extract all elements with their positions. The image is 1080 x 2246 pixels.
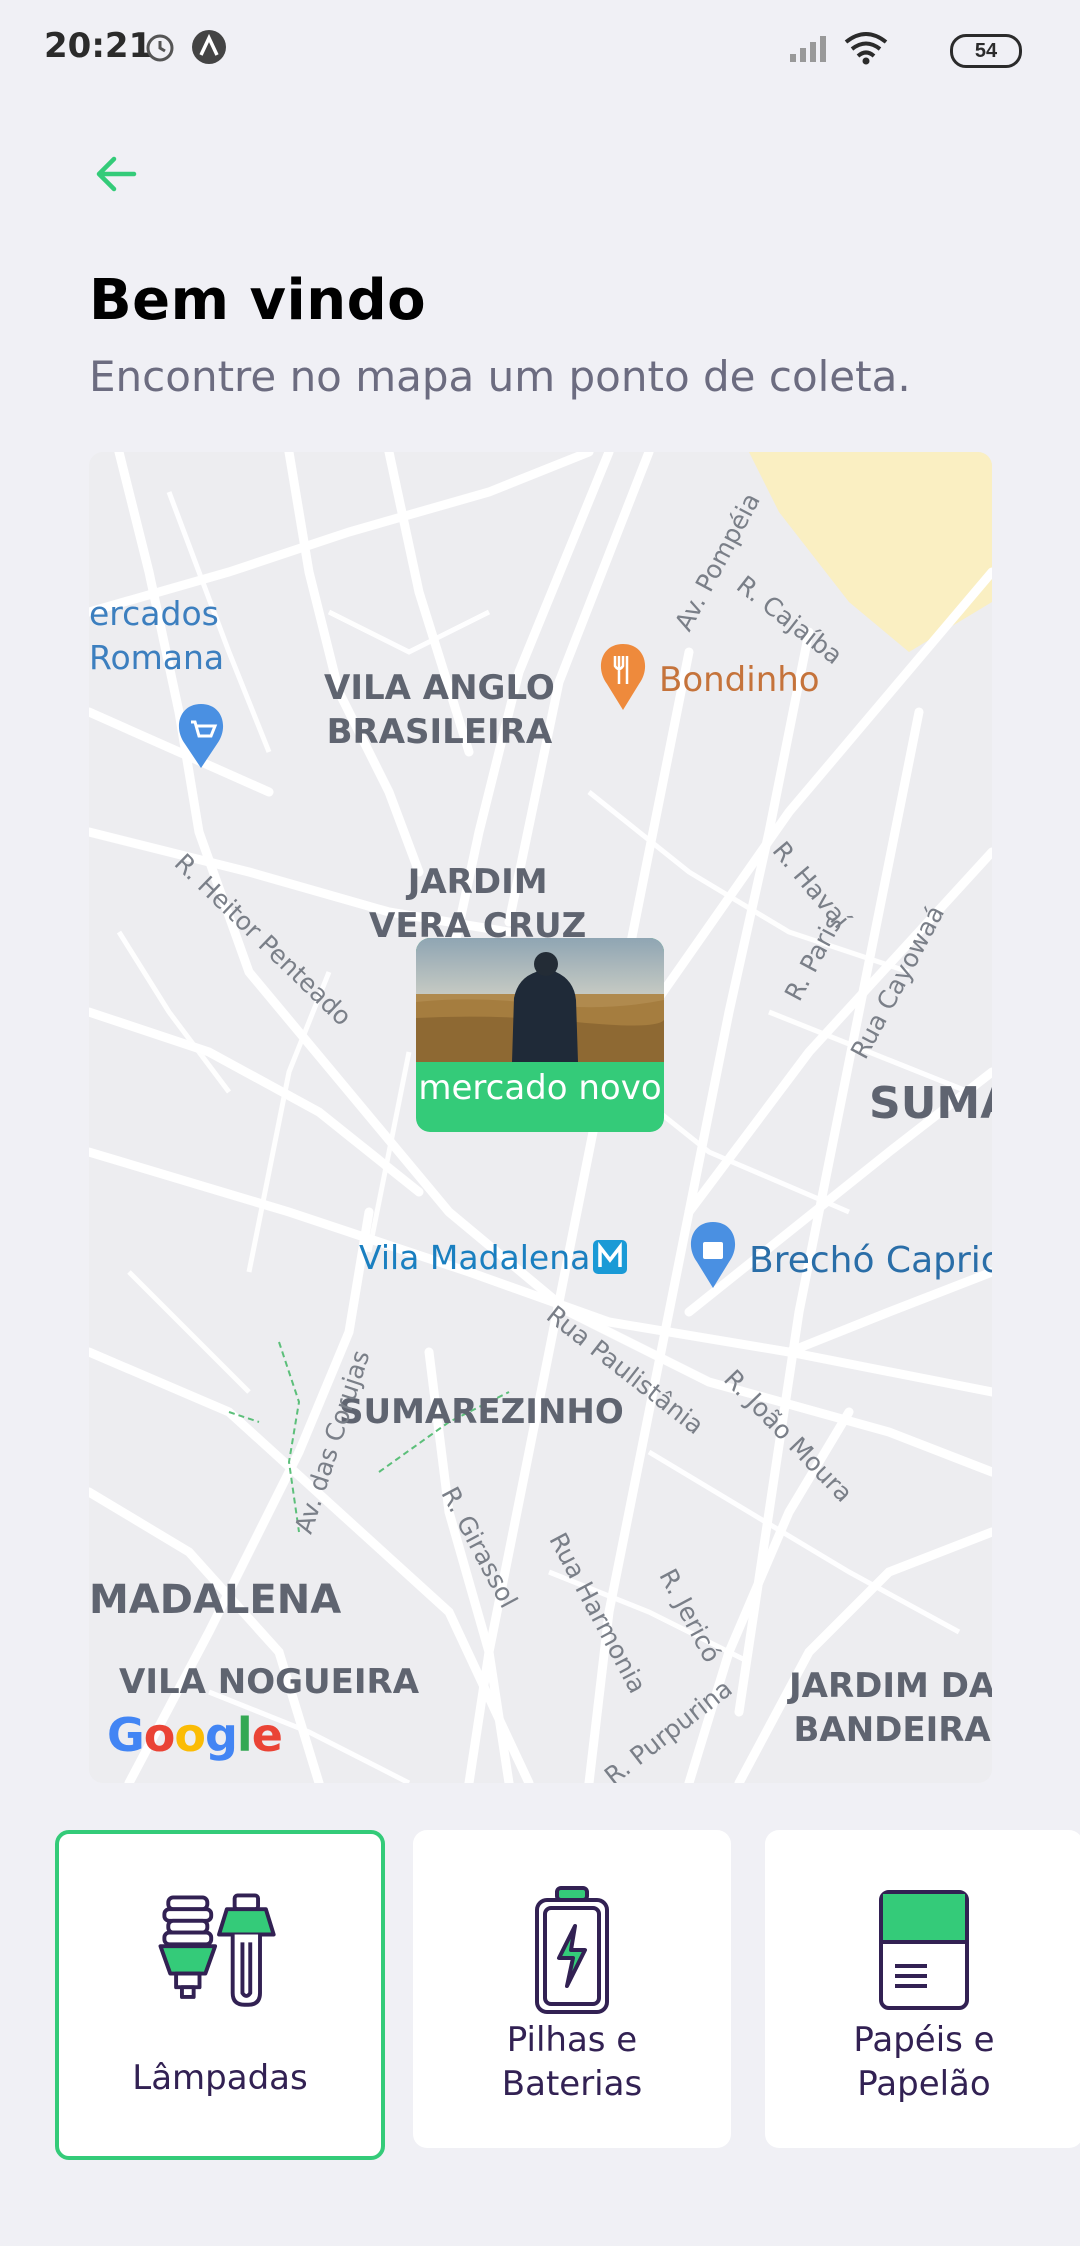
map-poi-label: Brechó Caprich [749, 1240, 992, 1281]
item-label: Papéis e Papelão [853, 2020, 995, 2104]
map-poi-label: Vila Madalena [359, 1238, 591, 1277]
item-pilhas-baterias[interactable]: Pilhas e Baterias [413, 1830, 731, 2148]
signal-icon [790, 36, 826, 62]
status-time: 20:21 [44, 26, 153, 66]
map-district-label: SUMAREZINHO [339, 1392, 624, 1432]
arrow-left-icon [96, 156, 137, 192]
items-grid: Lâmpadas Pilhas e Baterias Papéis e Pape [0, 1830, 1080, 2160]
wifi-icon [844, 32, 888, 65]
alarm-icon [146, 34, 174, 62]
battery-icon: 54 [950, 34, 1022, 68]
marker-label: mercado novo [418, 1068, 662, 1108]
map-district-label: VILA NOGUEIRA [119, 1662, 420, 1702]
map-poi-label: ercados Romana [89, 594, 225, 677]
app-notification-icon [192, 30, 226, 64]
google-logo: Google [107, 1708, 283, 1762]
map-district-label: SUMA [869, 1078, 992, 1129]
page-subtitle: Encontre no mapa um ponto de coleta. [89, 352, 911, 401]
status-icons-right [790, 28, 900, 73]
collection-point-marker[interactable]: mercado novo [416, 938, 664, 1132]
map-district-label: VILA ANGLO BRASILEIRA [324, 668, 555, 752]
map-district-label: MADALENA [89, 1577, 342, 1623]
metro-icon [593, 1240, 627, 1274]
back-button[interactable] [86, 144, 146, 204]
map-poi-label: Bondinho [659, 660, 820, 700]
paper-icon [879, 1890, 969, 2010]
map-district-label: JARDIM DASBANDEIRAS [789, 1666, 992, 1750]
status-bar: 20:21 54 [0, 0, 1080, 96]
item-label: Lâmpadas [132, 2058, 308, 2098]
page-title: Bem vindo [89, 268, 427, 333]
map[interactable]: VILA ANGLO BRASILEIRA JARDIM VERA CRUZ SUM… [89, 452, 992, 1783]
status-icons-left [142, 28, 242, 73]
lightbulb-icon [158, 1893, 276, 2007]
battery-icon [535, 1886, 609, 2014]
collection-point-image [416, 938, 664, 1062]
item-label: Pilhas e Baterias [501, 2020, 643, 2104]
item-lampadas[interactable]: Lâmpadas [55, 1830, 385, 2160]
map-district-label: JARDIM VERA CRUZ [369, 862, 587, 946]
item-papeis-papelao[interactable]: Papéis e Papelão [765, 1830, 1080, 2148]
